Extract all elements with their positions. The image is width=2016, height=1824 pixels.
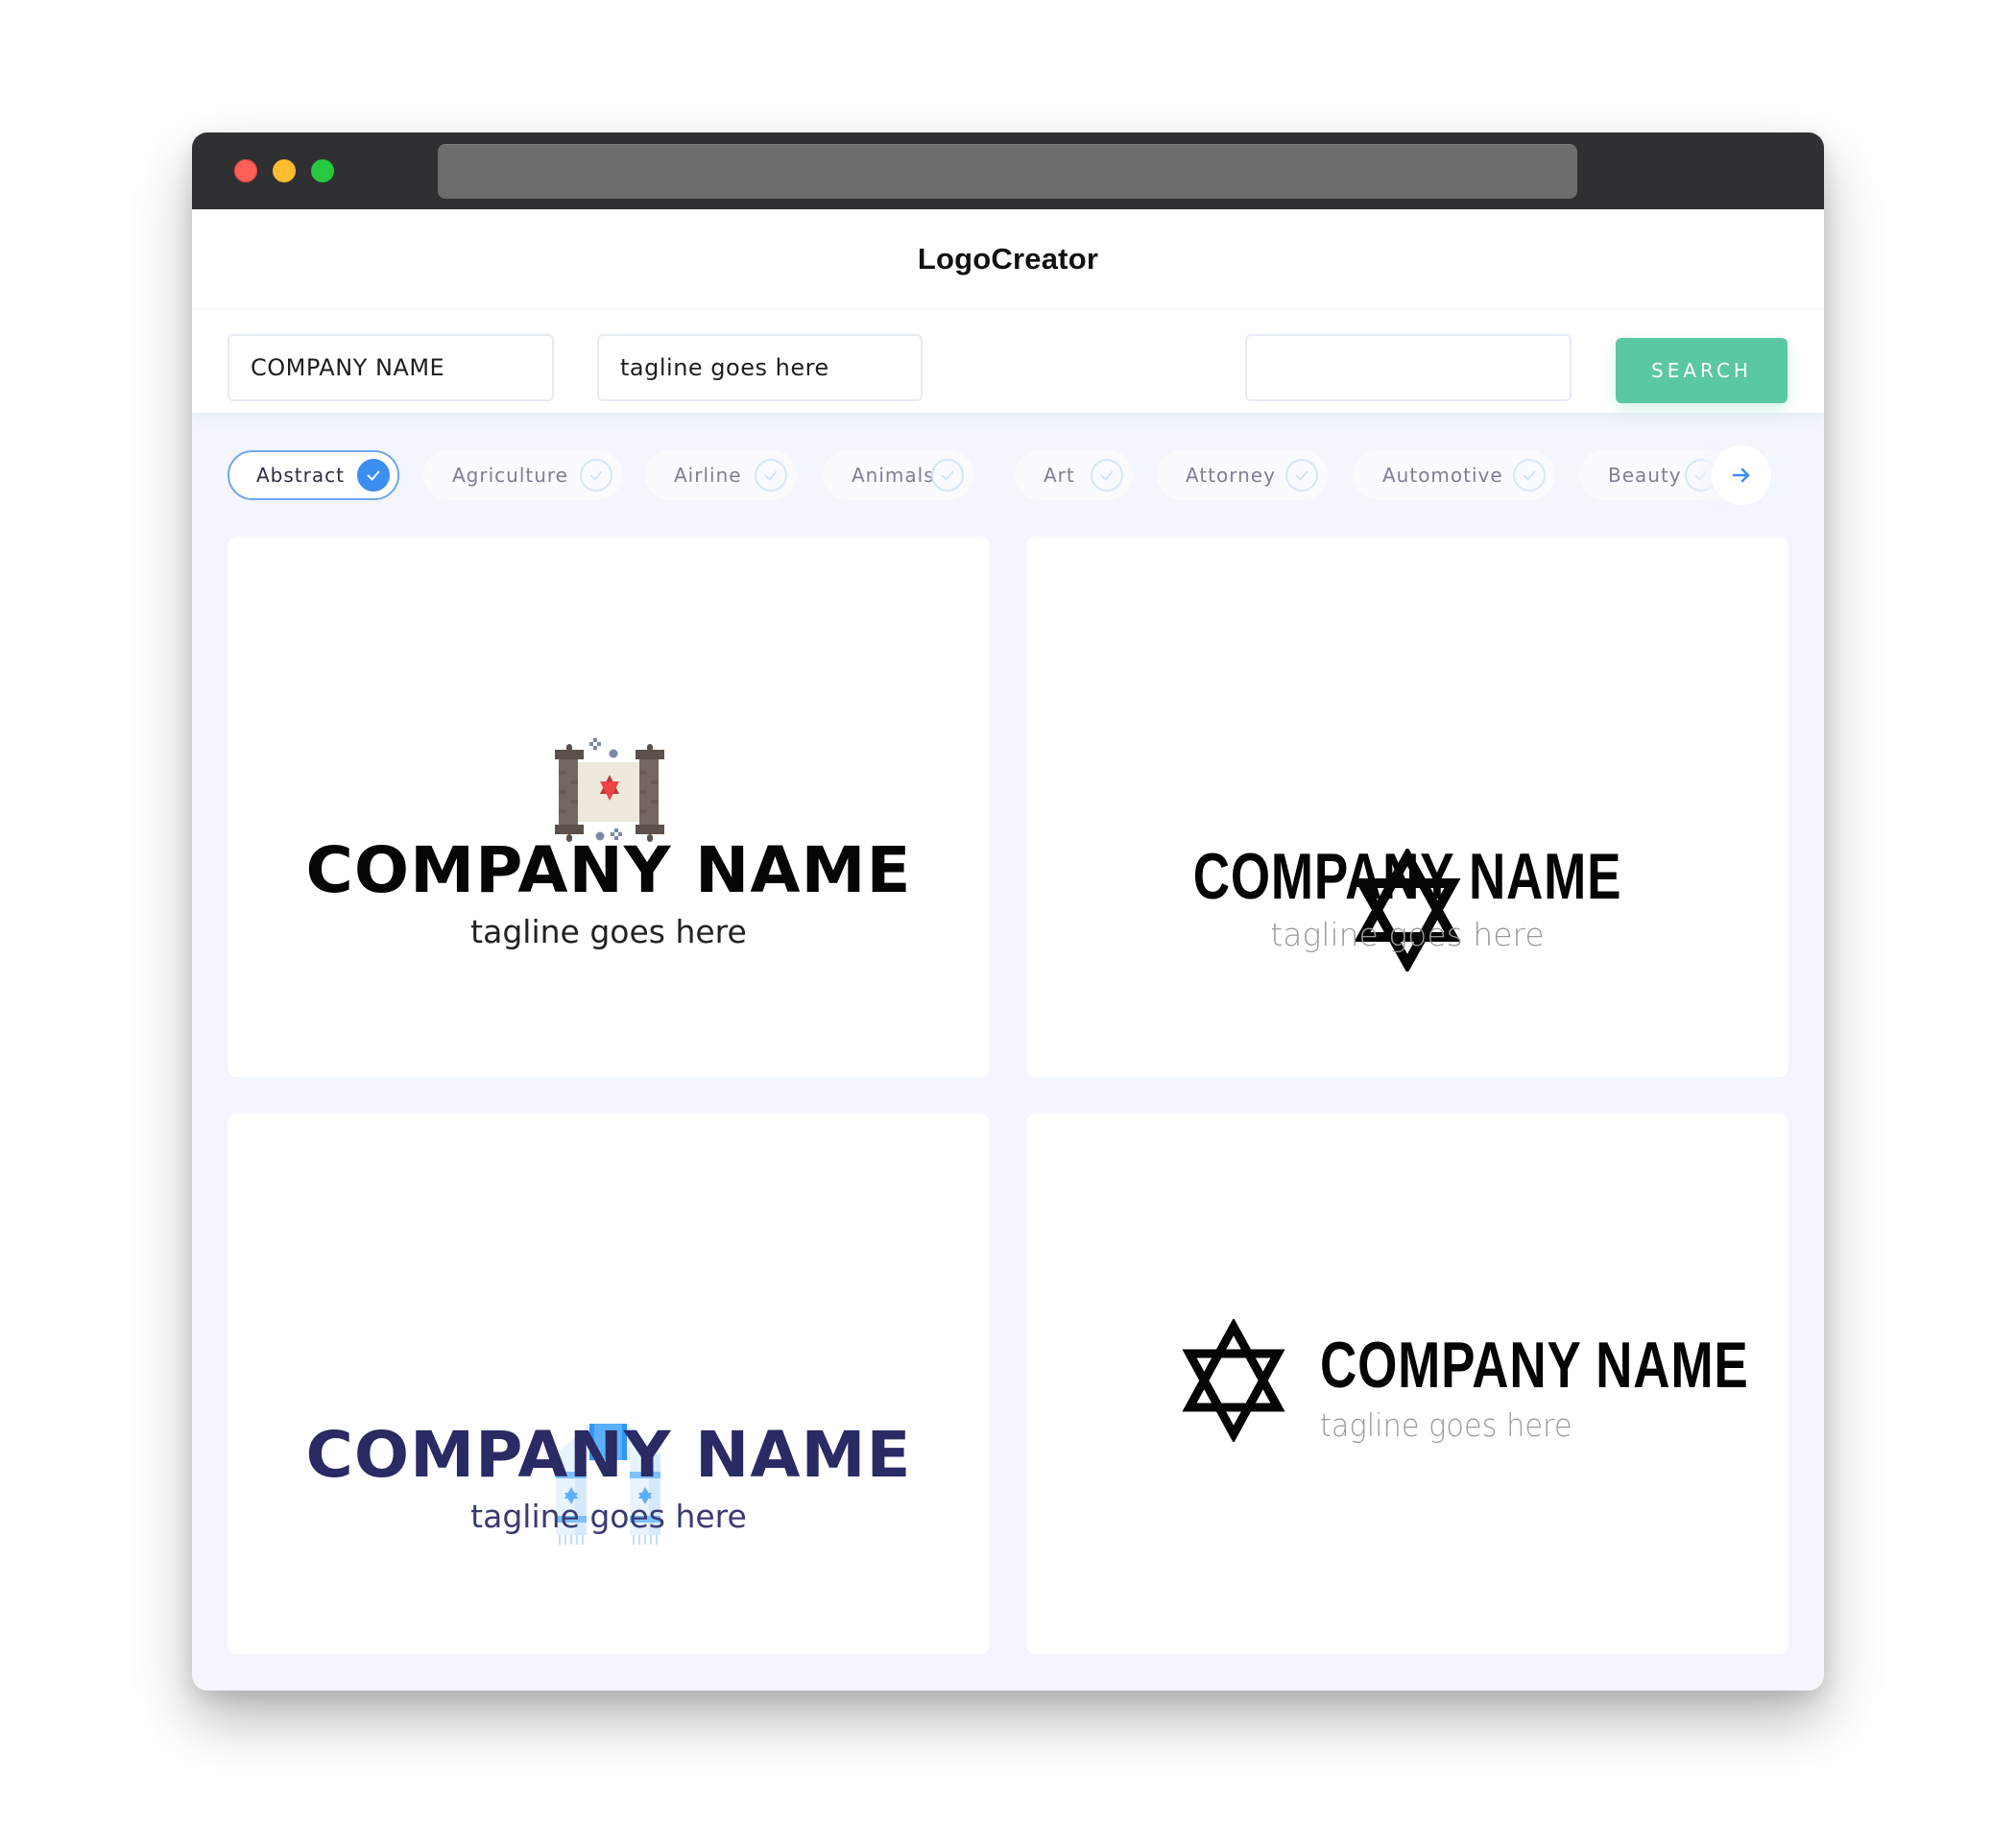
logo-card[interactable]: COMPANY NAME tagline goes here: [228, 1114, 990, 1654]
category-chip-art[interactable]: Art: [1015, 450, 1133, 500]
category-chip-automotive[interactable]: Automotive: [1354, 450, 1555, 500]
maximize-window-button[interactable]: [311, 159, 334, 182]
search-button[interactable]: SEARCH: [1616, 338, 1788, 403]
check-icon: [1513, 459, 1546, 492]
logo-card[interactable]: COMPANY NAME tagline goes here: [1026, 1114, 1788, 1654]
arrow-right-icon: [1732, 468, 1750, 483]
tagline-input[interactable]: tagline goes here: [597, 334, 923, 401]
company-name-input[interactable]: COMPANY NAME: [228, 334, 554, 401]
check-icon: [931, 459, 964, 492]
check-icon: [357, 459, 390, 492]
category-label: Animals: [852, 464, 935, 487]
app-logo-title[interactable]: LogoCreator: [918, 242, 1098, 276]
next-categories-button[interactable]: [1712, 445, 1771, 505]
tagline-text: tagline goes here: [470, 913, 747, 950]
company-name-text: COMPANY NAME: [1192, 840, 1622, 913]
keyword-input[interactable]: [1245, 334, 1572, 401]
tagline-text: tagline goes here: [470, 1498, 747, 1535]
category-label: Abstract: [256, 464, 345, 487]
logo-text-group: COMPANY NAME tagline goes here: [1320, 1332, 1824, 1441]
logo-card[interactable]: COMPANY NAME tagline goes here: [228, 537, 990, 1077]
search-bar: COMPANY NAME tagline goes here SEARCH: [192, 309, 1824, 413]
title-bar: [192, 132, 1824, 209]
logo-card[interactable]: COMPANY NAME tagline goes here: [1026, 537, 1788, 1077]
category-chip-animals[interactable]: Animals: [823, 450, 973, 500]
company-name-text: COMPANY NAME: [305, 833, 912, 907]
category-chip-attorney[interactable]: Attorney: [1157, 450, 1328, 500]
check-icon: [1091, 459, 1123, 492]
category-label: Beauty: [1608, 464, 1682, 487]
close-window-button[interactable]: [234, 159, 257, 182]
category-label: Agriculture: [452, 464, 568, 487]
category-label: Automotive: [1382, 464, 1503, 487]
tagline-text: tagline goes here: [1320, 1406, 1572, 1444]
category-label: Art: [1044, 464, 1075, 487]
category-label: Attorney: [1186, 464, 1276, 487]
minimize-window-button[interactable]: [273, 159, 296, 182]
company-name-text: COMPANY NAME: [1320, 1329, 1749, 1402]
company-name-text: COMPANY NAME: [305, 1418, 912, 1492]
star-of-david-icon: [1182, 1319, 1285, 1442]
category-chip-agriculture[interactable]: Agriculture: [423, 450, 622, 500]
browser-window: LogoCreator COMPANY NAME tagline goes he…: [192, 132, 1824, 1691]
tagline-text: tagline goes here: [1270, 916, 1545, 953]
category-chip-abstract[interactable]: Abstract: [228, 450, 399, 500]
category-chip-airline[interactable]: Airline: [645, 450, 797, 500]
category-label: Airline: [674, 464, 742, 487]
torah-scroll-icon: [555, 738, 664, 842]
check-icon: [580, 459, 612, 492]
app-header: LogoCreator: [192, 209, 1824, 309]
check-icon: [755, 459, 787, 492]
address-bar[interactable]: [438, 144, 1577, 199]
category-filter-bar: Abstract Agriculture Airline Animals Art…: [192, 430, 1824, 526]
check-icon: [1285, 459, 1318, 492]
